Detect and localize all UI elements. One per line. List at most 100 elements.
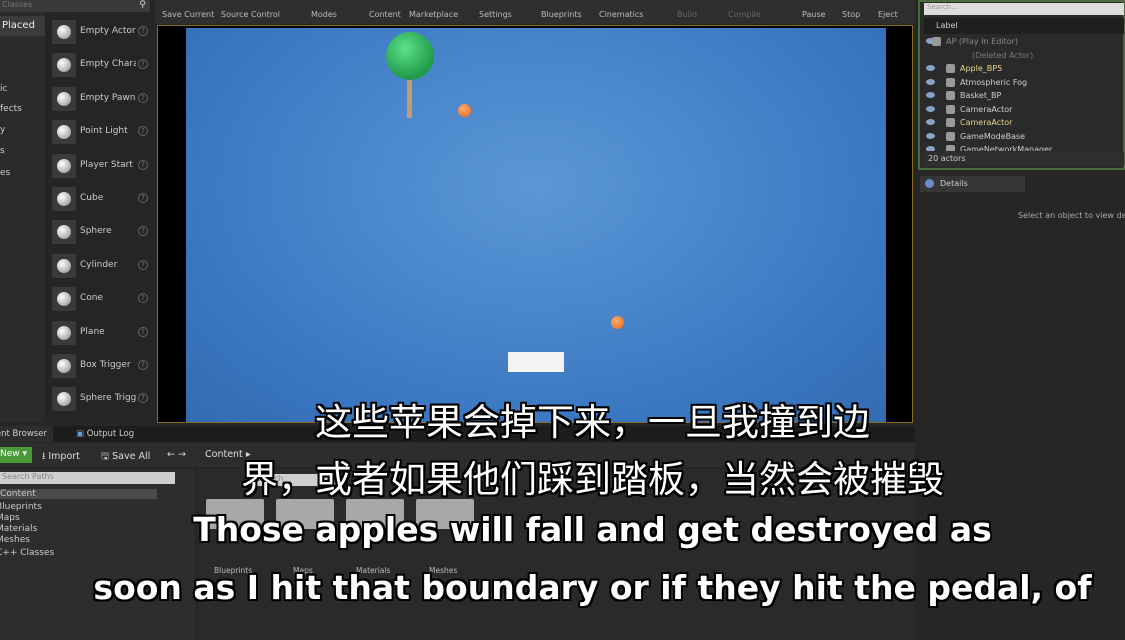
place-item-label: Empty Actor — [80, 26, 136, 36]
outliner-row-label: Basket_BP — [960, 91, 1002, 100]
help-icon[interactable]: ? — [138, 360, 148, 370]
outliner-row[interactable]: Atmospheric Fog — [924, 77, 1124, 90]
outliner-row-label: (Deleted Actor) — [972, 50, 1034, 60]
visibility-eye-icon[interactable] — [926, 132, 935, 139]
help-icon[interactable]: ? — [138, 326, 148, 337]
place-item-label: Player Start — [80, 159, 133, 170]
place-item[interactable]: Player Start? — [50, 152, 150, 182]
place-item[interactable]: Cube? — [50, 185, 150, 215]
eject-button[interactable]: Eject — [878, 10, 898, 19]
pause-button[interactable]: Pause — [802, 10, 826, 19]
place-item[interactable]: Empty Pawn? — [50, 85, 150, 115]
source-control-button[interactable]: Source Control — [221, 10, 280, 19]
actor-type-icon — [946, 91, 955, 100]
outliner-row[interactable]: Basket_BP — [924, 90, 1124, 103]
info-icon — [925, 179, 934, 188]
visibility-eye-icon[interactable] — [926, 119, 935, 125]
actor-thumbnail-icon — [52, 287, 76, 312]
help-icon[interactable]: ? — [138, 26, 148, 36]
actor-type-icon — [946, 64, 955, 73]
place-categories: Classes ⚲ Placed ic fects y s es — [0, 0, 150, 422]
actor-thumbnail-icon — [52, 253, 76, 278]
new-button[interactable]: New ▾ — [0, 447, 32, 463]
visibility-eye-icon[interactable] — [926, 92, 935, 98]
place-item-label: Cylinder — [80, 259, 118, 270]
world-outliner: Search... Label AP (Play In Editor) (Dele… — [918, 0, 1125, 170]
apple — [458, 104, 471, 117]
category-item[interactable]: es — [0, 168, 10, 178]
visibility-eye-icon[interactable] — [926, 65, 935, 71]
outliner-row-label: CameraActor — [960, 118, 1013, 127]
place-item[interactable]: Box Trigger? — [50, 352, 150, 382]
outliner-row-label: GameNetworkManager — [960, 145, 1053, 151]
basket-paddle — [508, 352, 564, 372]
help-icon[interactable]: ? — [138, 92, 148, 103]
game-viewport[interactable] — [157, 25, 913, 423]
outliner-row[interactable]: GameNetworkManager — [924, 144, 1124, 151]
actor-thumbnail-icon — [52, 153, 76, 178]
help-icon[interactable]: ? — [138, 259, 148, 270]
settings-button[interactable]: Settings — [479, 10, 512, 19]
actor-thumbnail-icon — [52, 320, 76, 345]
modes-button[interactable]: Modes — [311, 10, 337, 19]
visibility-eye-icon[interactable] — [926, 105, 935, 112]
path-cpp-classes[interactable]: C++ Classes — [0, 548, 54, 558]
category-item[interactable]: y — [0, 125, 5, 135]
apple — [611, 316, 624, 329]
search-icon: ⚲ — [139, 0, 146, 10]
actor-thumbnail-icon — [52, 187, 76, 211]
content-button[interactable]: Content — [369, 10, 401, 19]
outliner-row-label: Atmospheric Fog — [960, 77, 1028, 87]
outliner-row-label: GameModeBase — [960, 131, 1026, 141]
place-item[interactable]: Plane? — [50, 319, 150, 349]
build-button[interactable]: Build — [677, 10, 697, 19]
category-placed[interactable]: Placed — [0, 16, 45, 36]
help-icon[interactable]: ? — [138, 126, 148, 137]
details-tab[interactable]: Details — [920, 176, 1025, 192]
compile-button[interactable]: Compile — [728, 10, 761, 19]
stop-button[interactable]: Stop — [842, 10, 860, 19]
place-item[interactable]: Sphere? — [50, 218, 150, 248]
category-item[interactable]: ic — [0, 84, 7, 94]
actor-thumbnail-icon — [52, 220, 76, 245]
place-item-label: Point Light — [80, 126, 128, 137]
outliner-row-label: AP (Play In Editor) — [946, 37, 1018, 46]
actor-thumbnail-icon — [52, 120, 76, 145]
outliner-row[interactable]: (Deleted Actor) — [924, 50, 1124, 63]
place-item-label: Sphere — [80, 226, 112, 237]
help-icon[interactable]: ? — [138, 159, 148, 170]
help-icon[interactable]: ? — [138, 59, 148, 70]
subtitle-en-line-1: Those apples will fall and get destroyed… — [193, 510, 992, 549]
save-current-button[interactable]: Save Current — [162, 10, 214, 19]
path-meshes[interactable]: Meshes — [0, 535, 30, 545]
outliner-row[interactable]: CameraActor — [924, 104, 1124, 117]
visibility-eye-icon[interactable] — [926, 78, 935, 85]
cinematics-button[interactable]: Cinematics — [599, 10, 643, 19]
place-item-label: Empty Character — [80, 59, 136, 70]
visibility-eye-icon[interactable] — [926, 146, 935, 151]
help-icon[interactable]: ? — [138, 193, 148, 203]
blueprints-button[interactable]: Blueprints — [541, 10, 582, 19]
outliner-row[interactable]: GameModeBase — [924, 131, 1124, 144]
outliner-row-label: Apple_BP5 — [960, 64, 1003, 73]
actor-thumbnail-icon — [52, 53, 76, 78]
outliner-search-input[interactable]: Search... — [924, 3, 1124, 15]
place-item[interactable]: Empty Character? — [50, 51, 150, 81]
help-icon[interactable]: ? — [138, 226, 148, 237]
place-item[interactable]: Empty Actor? — [50, 18, 150, 48]
actor-type-icon — [932, 37, 941, 46]
place-item-label: Cone — [80, 293, 104, 304]
label-column-header[interactable]: Label — [924, 18, 1124, 34]
path-maps[interactable]: Maps — [0, 513, 20, 523]
help-icon[interactable]: ? — [138, 293, 148, 304]
place-item[interactable]: Cone? — [50, 285, 150, 315]
classes-search-input[interactable]: Classes ⚲ — [0, 0, 150, 12]
category-item[interactable]: fects — [0, 104, 22, 114]
place-item[interactable]: Cylinder? — [50, 252, 150, 282]
outliner-row[interactable]: Apple_BP5 — [924, 63, 1124, 76]
marketplace-button[interactable]: Marketplace — [409, 10, 458, 19]
category-item[interactable]: s — [0, 146, 5, 156]
outliner-row[interactable]: AP (Play In Editor) — [924, 36, 1124, 49]
place-item[interactable]: Point Light? — [50, 118, 150, 148]
outliner-row[interactable]: CameraActor — [924, 117, 1124, 130]
